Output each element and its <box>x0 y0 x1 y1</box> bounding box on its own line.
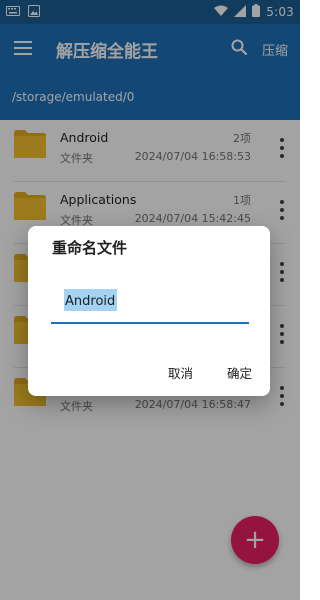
dialog-title: 重命名文件 <box>52 239 128 257</box>
cancel-button[interactable]: 取消 <box>168 363 193 382</box>
rename-input-wrapper <box>51 282 249 324</box>
confirm-button[interactable]: 确定 <box>227 363 252 382</box>
rename-input[interactable] <box>51 282 249 320</box>
dialog-actions: 取消 确定 <box>168 363 252 382</box>
rename-dialog: 重命名文件 取消 确定 <box>28 226 270 396</box>
